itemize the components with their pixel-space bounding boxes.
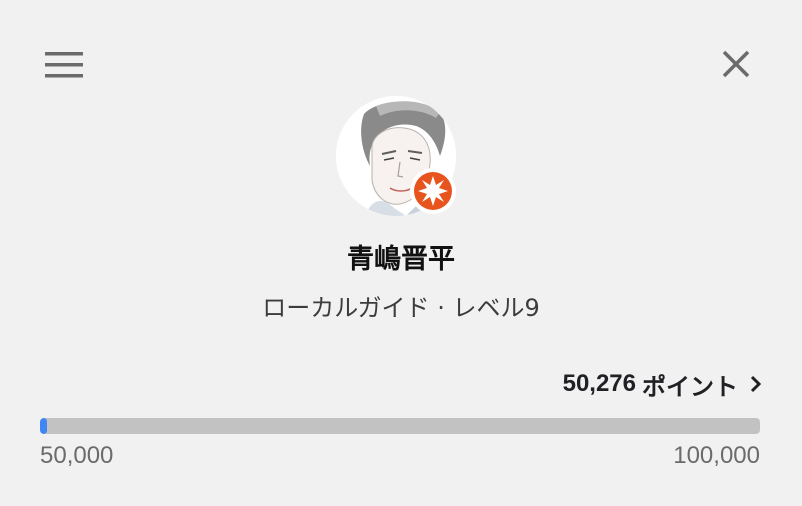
local-guide-level: ローカルガイド · レベル9 [262, 294, 540, 322]
avatar[interactable] [336, 96, 458, 218]
local-guide-badge [410, 168, 456, 214]
menu-button[interactable] [40, 46, 88, 84]
progress-min-label: 50,000 [40, 442, 114, 469]
close-button[interactable] [712, 40, 760, 88]
progress-max-label: 100,000 [673, 442, 760, 469]
progress-fill [40, 418, 48, 434]
chevron-right-icon [750, 374, 762, 394]
points-link[interactable]: 50,276 ポイント [563, 362, 762, 406]
local-guide-card: 青嶋晋平 ローカルガイド · レベル9 50,276 ポイント 50,000 1… [0, 0, 802, 506]
hamburger-menu-icon [45, 52, 83, 78]
points-unit: ポイント [642, 372, 738, 401]
close-icon [722, 50, 750, 78]
user-name: 青嶋晋平 [347, 244, 455, 275]
local-guide-star-badge-icon [414, 172, 452, 210]
points-progress-bar [40, 418, 760, 434]
points-value: 50,276 [562, 370, 636, 397]
